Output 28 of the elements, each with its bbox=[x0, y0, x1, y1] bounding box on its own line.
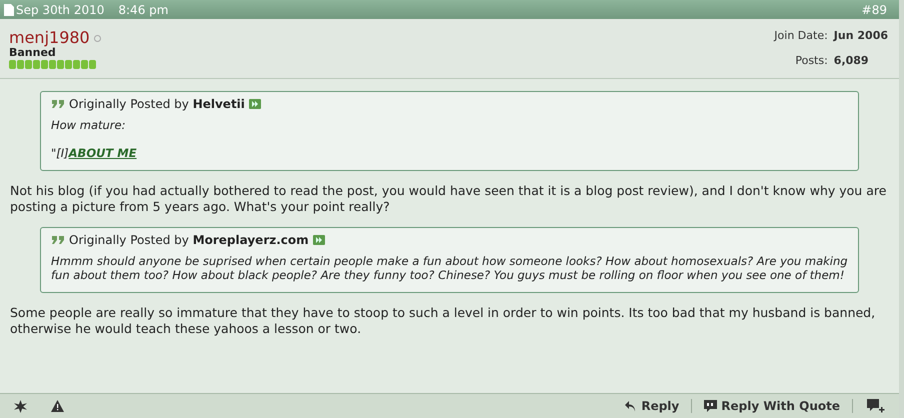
quote-text: "[I] bbox=[51, 146, 69, 160]
posts-value: 6,089 bbox=[834, 54, 870, 68]
post-date: Sep 30th 2010 bbox=[16, 2, 104, 18]
quote-text: Hmmm should anyone be suprised when certain people make a fun about how someone looks? How about homosexuals? Are you making fun about them too? How about black people? Are they funny too? Chinese? You guys must be rolling on floor when you see one of them! bbox=[51, 254, 848, 282]
star-icon[interactable] bbox=[14, 400, 27, 412]
quote-link[interactable]: ABOUT ME bbox=[68, 146, 137, 160]
username-link[interactable]: menj1980 bbox=[9, 29, 90, 47]
reply-arrow-icon bbox=[624, 400, 638, 412]
quote-attribution: Originally Posted by Moreplayerz.com bbox=[69, 232, 309, 249]
view-post-icon[interactable] bbox=[312, 235, 325, 245]
user-title: Banned bbox=[9, 47, 56, 59]
reply-with-quote-button[interactable]: Reply With Quote bbox=[698, 397, 846, 415]
join-date-value: Jun 2006 bbox=[834, 29, 888, 44]
post-time: 8:46 pm bbox=[118, 2, 168, 18]
join-date-label: Join Date: bbox=[774, 29, 828, 44]
reply-button[interactable]: Reply bbox=[618, 397, 686, 415]
document-icon bbox=[4, 4, 14, 16]
warning-icon[interactable] bbox=[51, 400, 64, 412]
view-post-icon[interactable] bbox=[248, 99, 261, 109]
multiquote-icon[interactable] bbox=[867, 399, 885, 413]
post-text: Some people are really so immature that they have to stoop to such a level in order to win points. Its too bad that my husband is banned, otherwise he would teach these yahoos a lesson or two. bbox=[9, 305, 876, 337]
quote-text: How mature: bbox=[51, 118, 126, 132]
quote-attribution: Originally Posted by Helvetii bbox=[69, 96, 245, 113]
quote-bubble-icon bbox=[704, 400, 718, 412]
quote-icon bbox=[51, 99, 65, 109]
posts-label: Posts: bbox=[794, 54, 828, 68]
quote-icon bbox=[51, 235, 65, 245]
post-text: Not his blog (if you had actually bothered to read the post, you would have seen that it is a blog post review), and I don't know why you are posting a picture from 5 years ago. What's your point really? bbox=[9, 183, 888, 215]
